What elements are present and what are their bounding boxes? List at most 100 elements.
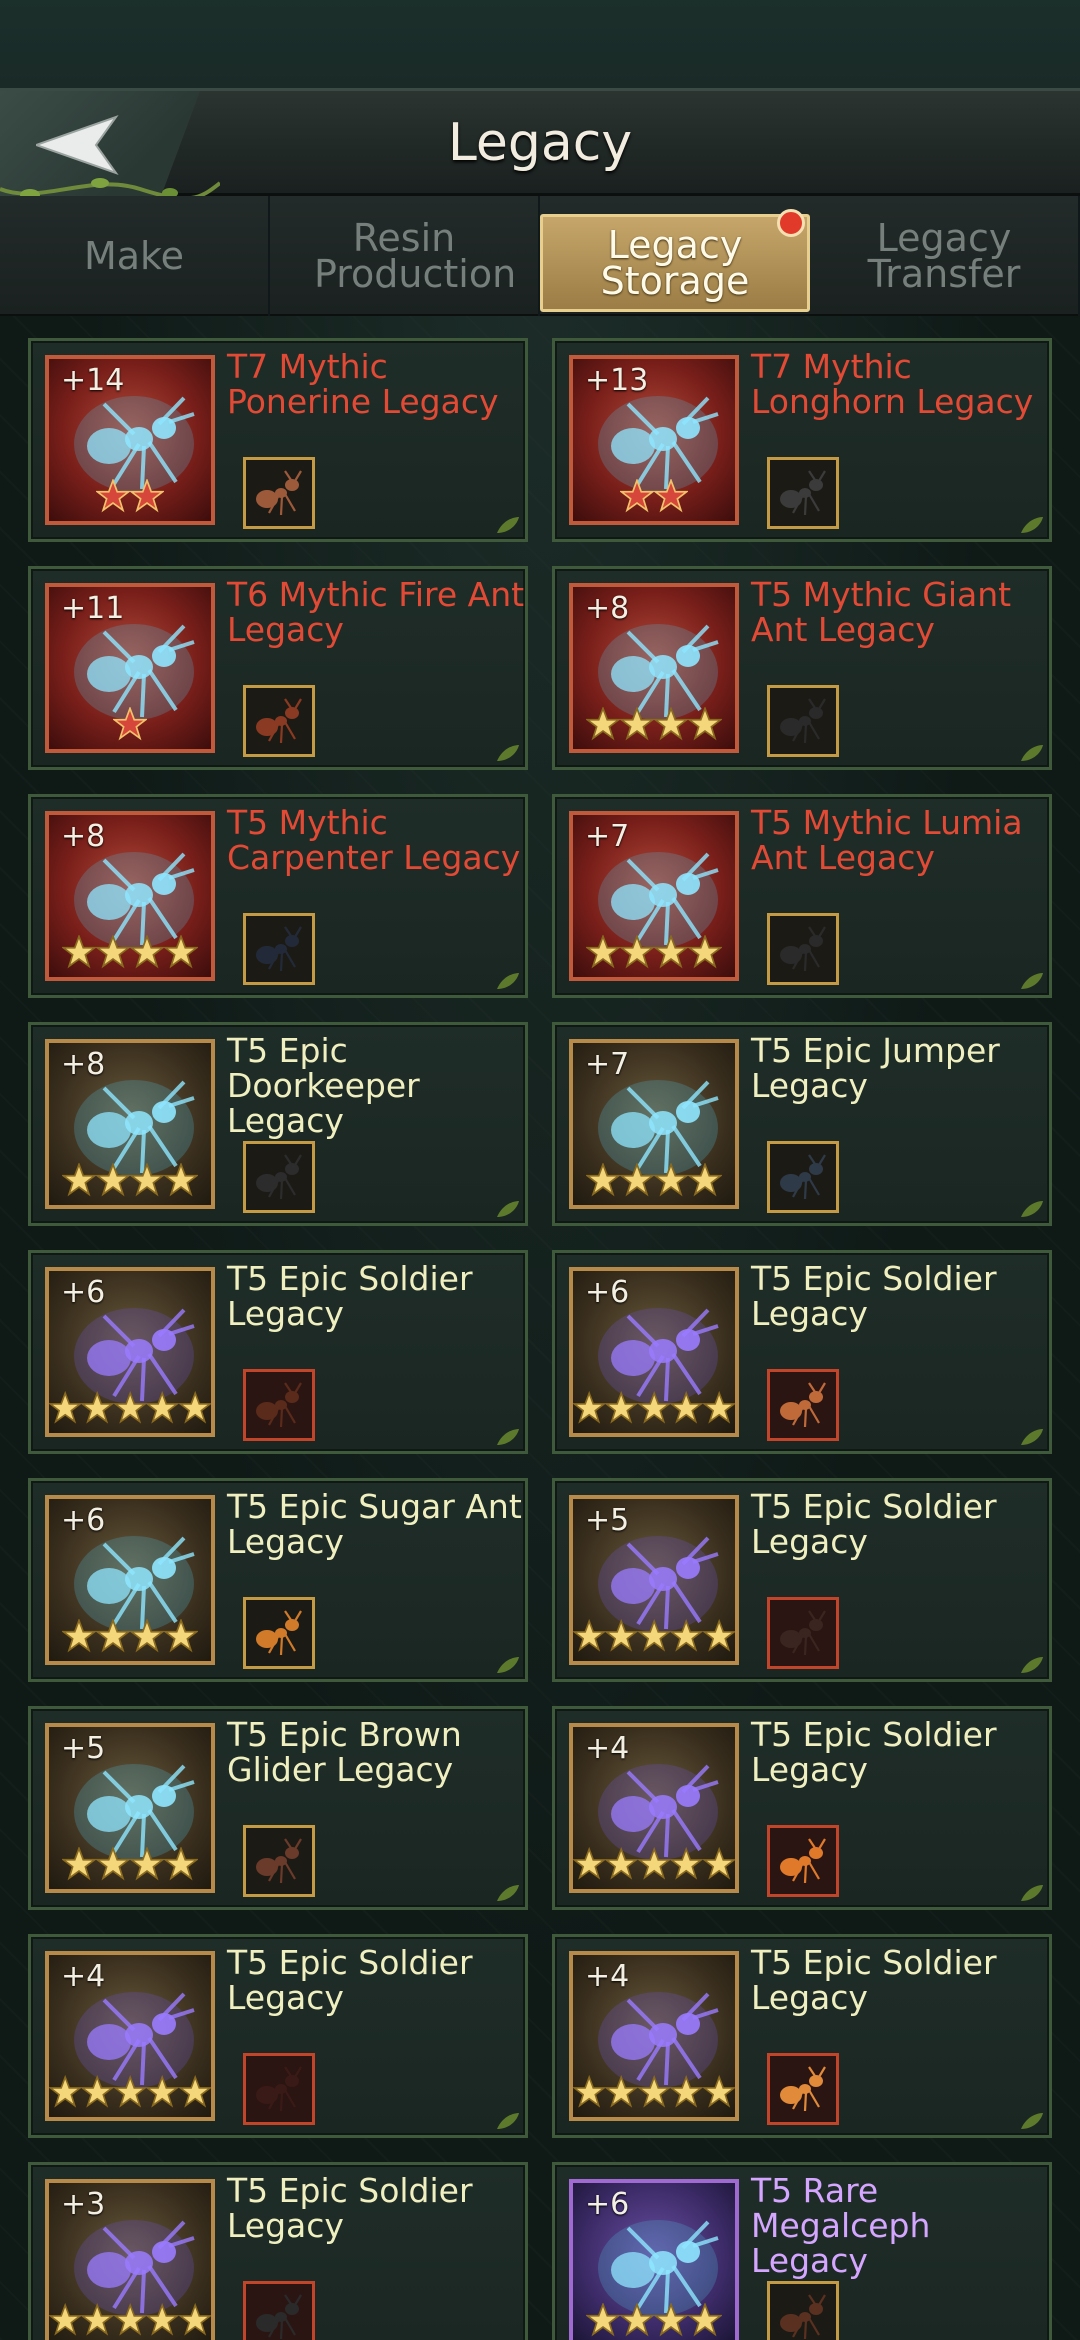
legacy-name: T5 Mythic Lumia Ant Legacy — [751, 803, 1023, 877]
legacy-name: T5 Epic Soldier Legacy — [227, 2171, 473, 2245]
tab-make[interactable]: Make — [0, 196, 270, 316]
legacy-card[interactable]: +11 T6 Mythic Fire Ant Legacy — [28, 566, 528, 770]
star-icon — [146, 1391, 179, 1424]
star-icon — [654, 1163, 688, 1197]
doorkeeper-ant-icon — [256, 1154, 302, 1200]
star-rating — [573, 1847, 735, 1883]
ant-type-thumbnail[interactable] — [767, 1597, 839, 1669]
legacy-card[interactable]: +4 T5 Epic Soldier Legacy — [28, 1934, 528, 2138]
ant-type-thumbnail[interactable] — [243, 1369, 315, 1441]
star-icon — [605, 1391, 638, 1424]
ant-type-thumbnail[interactable] — [243, 457, 315, 529]
ant-type-thumbnail[interactable] — [243, 1141, 315, 1213]
star-rating — [49, 1847, 211, 1883]
star-icon — [573, 1619, 606, 1652]
star-rating — [573, 935, 735, 971]
legacy-name: T5 Epic Sugar Ant Legacy — [227, 1487, 522, 1561]
legacy-name: T5 Epic Soldier Legacy — [751, 1715, 997, 1789]
tab-label: Resin Production — [314, 216, 517, 296]
star-icon — [113, 2303, 147, 2336]
ant-type-thumbnail[interactable] — [767, 2053, 839, 2125]
tab-legacy-transfer[interactable]: Legacy Transfer — [810, 196, 1080, 316]
legacy-card[interactable]: +6 T5 Epic Soldier Legacy — [28, 1250, 528, 1454]
legacy-card[interactable]: +13 T7 Mythic Longhorn Legacy — [552, 338, 1052, 542]
legacy-grid: +14 T7 Mythic Ponerine Legacy +13 T7 Mythic… — [28, 338, 1052, 2340]
ant-type-thumbnail[interactable] — [767, 457, 839, 529]
tab-resin-production[interactable]: Resin Production — [270, 196, 540, 316]
leaf-decoration — [1021, 1657, 1043, 1673]
legacy-card[interactable]: +6 T5 Rare Megalceph Legacy — [552, 2162, 1052, 2340]
ant-type-thumbnail[interactable] — [243, 1825, 315, 1897]
legacy-card[interactable]: +3 T5 Epic Soldier Legacy — [28, 2162, 528, 2340]
level-badge: +6 — [585, 2187, 630, 2222]
ant-type-thumbnail[interactable] — [767, 1141, 839, 1213]
legacy-card[interactable]: +6 T5 Epic Sugar Ant Legacy — [28, 1478, 528, 1682]
legacy-portrait: +4 — [569, 1723, 739, 1893]
sugar-ant-icon — [256, 1610, 302, 1656]
leaf-decoration — [497, 1885, 519, 1901]
ant-type-thumbnail[interactable] — [767, 685, 839, 757]
legacy-card[interactable]: +14 T7 Mythic Ponerine Legacy — [28, 338, 528, 542]
tab-label: Legacy Transfer — [867, 216, 1021, 296]
legacy-card[interactable]: +7 T5 Mythic Lumia Ant Legacy — [552, 794, 1052, 998]
ant-type-thumbnail[interactable] — [243, 913, 315, 985]
leaf-decoration — [497, 745, 519, 761]
notification-dot — [777, 209, 805, 237]
star-icon — [586, 2303, 620, 2337]
legacy-card[interactable]: +8 T5 Mythic Carpenter Legacy — [28, 794, 528, 998]
leaf-decoration — [1021, 1429, 1043, 1445]
ant-type-thumbnail[interactable] — [767, 913, 839, 985]
legacy-card[interactable]: +8 T5 Mythic Giant Ant Legacy — [552, 566, 1052, 770]
level-badge: +6 — [61, 1503, 106, 1538]
level-badge: +4 — [585, 1959, 630, 1994]
legacy-name: T5 Epic Soldier Legacy — [227, 1943, 473, 2017]
ant-type-thumbnail[interactable] — [767, 2281, 839, 2340]
legacy-name: T6 Mythic Fire Ant Legacy — [227, 575, 525, 649]
legacy-name: T5 Epic Soldier Legacy — [751, 1487, 997, 1561]
legacy-card[interactable]: +4 T5 Epic Soldier Legacy — [552, 1934, 1052, 2138]
legacy-portrait: +11 — [45, 583, 215, 753]
star-icon — [62, 935, 96, 969]
soldier-ant-icon — [780, 2066, 826, 2112]
legacy-card[interactable]: +5 T5 Epic Soldier Legacy — [552, 1478, 1052, 1682]
star-icon — [654, 479, 688, 513]
ant-type-thumbnail[interactable] — [243, 2281, 315, 2340]
legacy-portrait: +8 — [569, 583, 739, 753]
soldier-ant-icon — [780, 1838, 826, 1884]
star-rating — [573, 1163, 735, 1199]
level-badge: +7 — [585, 819, 630, 854]
star-icon — [164, 1847, 198, 1881]
legacy-card[interactable]: +6 T5 Epic Soldier Legacy — [552, 1250, 1052, 1454]
soldier-ant-icon — [780, 1610, 826, 1656]
legacy-name: T5 Epic Brown Glider Legacy — [227, 1715, 462, 1789]
star-icon — [637, 1391, 671, 1424]
ant-type-thumbnail[interactable] — [767, 1825, 839, 1897]
legacy-card[interactable]: +7 T5 Epic Jumper Legacy — [552, 1022, 1052, 1226]
star-icon — [702, 2075, 735, 2108]
ant-type-thumbnail[interactable] — [243, 1597, 315, 1669]
star-icon — [130, 479, 164, 513]
tab-label: Legacy Storage — [600, 223, 750, 303]
legacy-portrait: +5 — [569, 1495, 739, 1665]
tab-legacy-storage[interactable]: Legacy Storage — [540, 209, 810, 312]
legacy-portrait: +6 — [569, 1267, 739, 1437]
legacy-card[interactable]: +8 T5 Epic Doorkeeper Legacy — [28, 1022, 528, 1226]
star-rating — [573, 479, 735, 515]
level-badge: +6 — [585, 1275, 630, 1310]
ant-type-thumbnail[interactable] — [767, 1369, 839, 1441]
ant-type-thumbnail[interactable] — [243, 685, 315, 757]
ant-type-thumbnail[interactable] — [243, 2053, 315, 2125]
star-icon — [670, 1391, 703, 1424]
star-icon — [130, 935, 164, 969]
star-icon — [702, 1391, 735, 1424]
star-icon — [605, 1847, 638, 1880]
giant-ant-icon — [780, 698, 826, 744]
leaf-decoration — [1021, 973, 1043, 989]
legacy-card[interactable]: +4 T5 Epic Soldier Legacy — [552, 1706, 1052, 1910]
legacy-card[interactable]: +5 T5 Epic Brown Glider Legacy — [28, 1706, 528, 1910]
level-badge: +6 — [61, 1275, 106, 1310]
leaf-decoration — [1021, 1885, 1043, 1901]
level-badge: +8 — [61, 819, 106, 854]
legacy-name: T5 Epic Soldier Legacy — [751, 1943, 997, 2017]
star-icon — [146, 2303, 179, 2336]
